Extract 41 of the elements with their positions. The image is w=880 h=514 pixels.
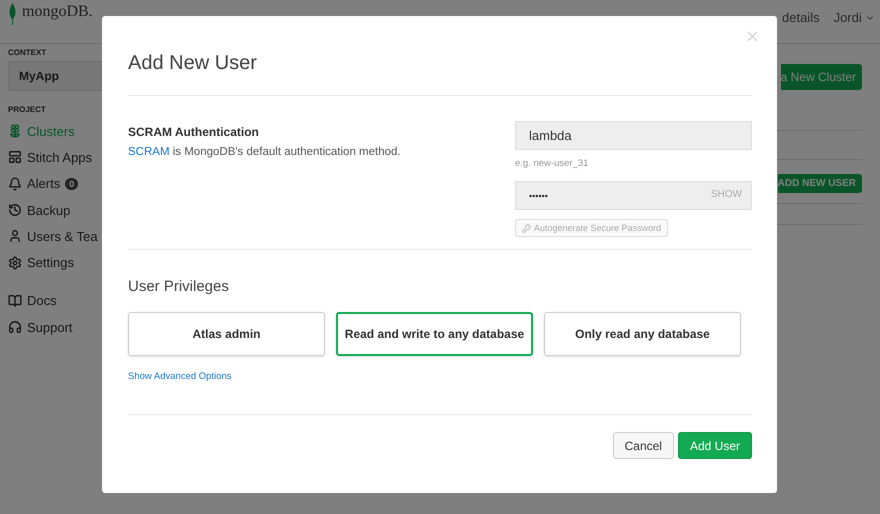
privilege-option[interactable]: Only read any database [544,312,741,356]
sidebar-item[interactable]: Users & Tea [8,223,102,250]
user-menu[interactable]: Jordi [834,10,875,25]
context-selector[interactable]: MyApp [8,61,102,91]
history-icon [8,203,22,218]
new-cluster-button[interactable]: a New Cluster [780,64,862,90]
section-label: CONTEXT [8,48,48,57]
sidebar-item[interactable]: Stitch Apps [8,144,102,171]
count-badge: 0 [65,178,78,190]
sidebar-item[interactable]: Settings [8,249,102,276]
add-user-button[interactable]: Add User [678,432,752,459]
privilege-option[interactable]: Read and write to any database [336,312,533,356]
logo-text: mongoDB. [22,3,93,21]
sidebar-item[interactable]: Docs [8,288,102,314]
username-hint: e.g. new-user_31 [515,158,590,170]
flower-icon [8,124,22,138]
add-user-button[interactable]: ADD NEW USER [778,174,862,193]
details-link[interactable]: details [782,10,820,25]
cancel-button[interactable]: Cancel [612,432,674,459]
section-title: User Privileges [128,278,230,295]
auth-description: SCRAM is MongoDB's default authentication method. [128,146,401,158]
auth-heading: SCRAM Authentication [128,125,260,139]
book-icon [8,294,22,308]
key-icon [522,224,531,232]
sidebar-item[interactable]: Alerts 0 [8,170,102,197]
username-field[interactable]: lambda [515,121,752,150]
panel-icon [8,150,22,164]
autogenerate-button[interactable]: Autogenerate Secure Password [515,219,668,237]
section-label: PROJECT [8,105,47,114]
leaf-logo-icon [8,3,17,25]
sidebar-item[interactable]: Clusters [8,118,102,144]
dialog-title: Add New User [128,52,752,96]
sidebar-item[interactable]: Backup [8,196,102,224]
bell-icon [8,176,22,191]
settings-icon [8,256,22,270]
advanced-options-link[interactable]: Show Advanced Options [128,371,232,382]
headphones-icon [8,320,22,334]
user-icon [8,229,22,244]
sidebar-item[interactable]: Support [8,314,102,340]
privilege-option[interactable]: Atlas admin [128,312,325,356]
scram-link[interactable]: SCRAM [128,146,170,158]
